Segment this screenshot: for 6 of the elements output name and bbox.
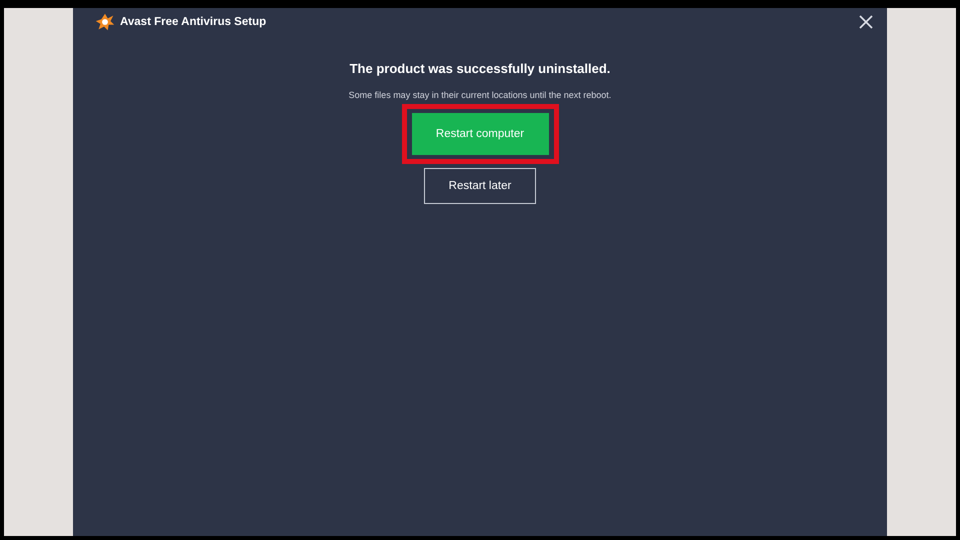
close-icon[interactable] bbox=[859, 15, 873, 29]
reboot-note: Some files may stay in their current locations until the next reboot. bbox=[348, 90, 612, 100]
success-heading: The product was successfully uninstalled. bbox=[350, 61, 610, 76]
logo-icon bbox=[94, 11, 116, 33]
window-title: Avast Free Antivirus Setup bbox=[120, 16, 266, 28]
restart-button[interactable]: Restart later bbox=[424, 168, 536, 204]
